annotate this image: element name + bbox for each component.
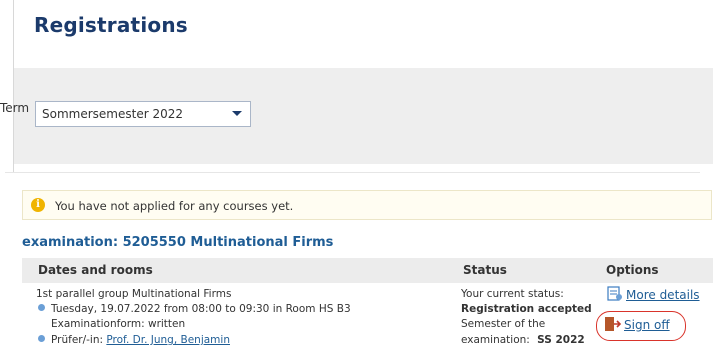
examiner-label: Prüfer/-in: xyxy=(51,334,104,346)
sign-off-label: Sign off xyxy=(624,318,670,332)
semester-value: SS 2022 xyxy=(537,334,585,346)
notice-box: i You have not applied for any courses y… xyxy=(22,190,712,220)
semester-caption: Semester of the xyxy=(461,318,546,330)
table-header: Dates and rooms Status Options xyxy=(22,258,713,283)
semester-line: examination: SS 2022 xyxy=(461,333,585,348)
date-line: Tuesday, 19.07.2022 from 08:00 to 09:30 … xyxy=(38,302,351,317)
term-select[interactable]: Sommersemester 2022 xyxy=(35,101,251,127)
examination-form: Examinationform: written xyxy=(51,318,186,330)
group-name: 1st parallel group Multinational Firms xyxy=(36,288,232,300)
notice-text: You have not applied for any courses yet… xyxy=(55,199,294,213)
examiner-link[interactable]: Prof. Dr. Jung, Benjamin xyxy=(106,334,230,346)
column-header-dates: Dates and rooms xyxy=(38,263,153,277)
info-icon: i xyxy=(31,198,45,212)
more-details-link[interactable]: More details xyxy=(606,286,700,304)
sign-off-link[interactable]: Sign off xyxy=(604,316,670,334)
document-icon xyxy=(607,286,622,301)
column-header-options: Options xyxy=(606,263,659,277)
examiner-line: Prüfer/-in: Prof. Dr. Jung, Benjamin xyxy=(38,333,230,348)
sign-off-icon xyxy=(605,317,622,331)
date-time-room: Tuesday, 19.07.2022 from 08:00 to 09:30 … xyxy=(51,303,351,315)
more-details-label: More details xyxy=(626,288,700,302)
term-select-value: Sommersemester 2022 xyxy=(42,107,183,121)
status-value: Registration accepted xyxy=(461,303,592,315)
semester-label: examination: xyxy=(461,334,530,346)
exam-heading: examination: 5205550 Multinational Firms xyxy=(22,235,334,250)
page-title: Registrations xyxy=(34,13,188,37)
bullet-icon xyxy=(38,304,45,311)
chevron-down-icon xyxy=(232,111,242,116)
term-label: Term xyxy=(0,101,30,115)
column-header-status: Status xyxy=(463,263,507,277)
bullet-icon xyxy=(38,335,45,342)
status-caption: Your current status: xyxy=(461,288,564,300)
